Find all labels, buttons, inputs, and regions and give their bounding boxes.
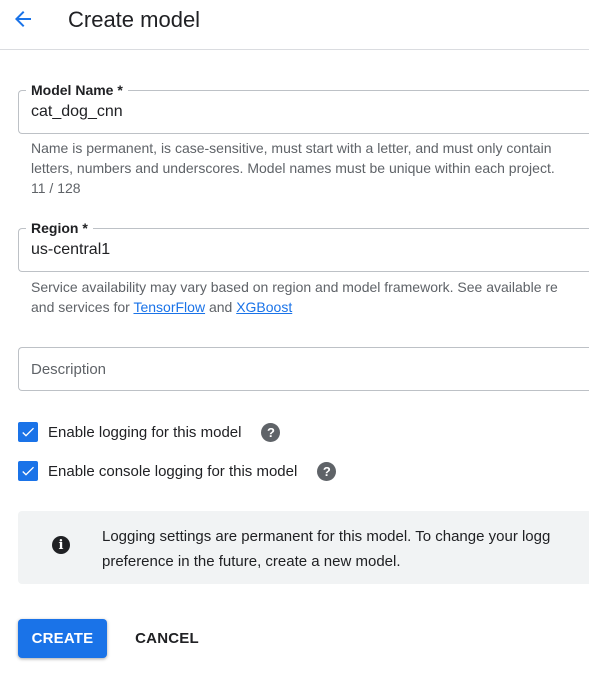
region-hint-line2: and services for TensorFlow and XGBoost	[31, 297, 292, 317]
enable-console-logging-row: Enable console logging for this model ?	[18, 460, 337, 482]
model-name-input[interactable]: cat_dog_cnn	[31, 102, 123, 122]
enable-logging-row: Enable logging for this model ?	[18, 421, 281, 443]
back-button[interactable]	[8, 4, 38, 34]
description-input[interactable]: Description	[31, 360, 106, 380]
region-hint-and: and	[205, 299, 237, 315]
cancel-button[interactable]: CANCEL	[122, 619, 212, 658]
info-text: Logging settings are permanent for this …	[102, 524, 550, 574]
info-icon: i	[52, 536, 70, 554]
region-label: Region *	[26, 219, 93, 237]
enable-console-logging-checkbox[interactable]	[18, 461, 38, 481]
help-icon[interactable]: ?	[261, 422, 281, 442]
checkmark-icon	[22, 427, 34, 437]
page-header: Create model	[0, 0, 589, 50]
arrow-left-icon	[15, 11, 31, 27]
model-name-field[interactable]: Model Name * cat_dog_cnn	[18, 81, 589, 134]
region-hint-prefix: and services for	[31, 299, 134, 315]
tensorflow-link[interactable]: TensorFlow	[133, 299, 205, 315]
checkmark-icon	[22, 466, 34, 476]
help-icon[interactable]: ?	[317, 461, 337, 481]
info-text-line1: Logging settings are permanent for this …	[102, 528, 551, 545]
xgboost-link[interactable]: XGBoost	[236, 299, 292, 315]
model-name-label: Model Name *	[26, 81, 128, 99]
model-name-hint-line1: Name is permanent, is case-sensitive, mu…	[31, 140, 552, 156]
logging-info-banner: i Logging settings are permanent for thi…	[18, 511, 589, 584]
region-hint-line1: Service availability may vary based on r…	[31, 279, 558, 295]
page-title: Create model	[68, 7, 201, 32]
info-text-line2: preference in the future, create a new m…	[102, 553, 401, 570]
description-field[interactable]: Description	[18, 347, 589, 391]
model-name-hint-line2: letters, numbers and underscores. Model …	[31, 160, 555, 176]
model-name-counter: 11 / 128	[31, 180, 81, 196]
region-field[interactable]: Region * us-central1	[18, 219, 589, 272]
region-input[interactable]: us-central1	[31, 240, 110, 260]
enable-console-logging-label: Enable console logging for this model	[48, 462, 298, 480]
enable-logging-label: Enable logging for this model	[48, 423, 242, 441]
enable-logging-checkbox[interactable]	[18, 422, 38, 442]
create-button[interactable]: CREATE	[18, 619, 107, 658]
